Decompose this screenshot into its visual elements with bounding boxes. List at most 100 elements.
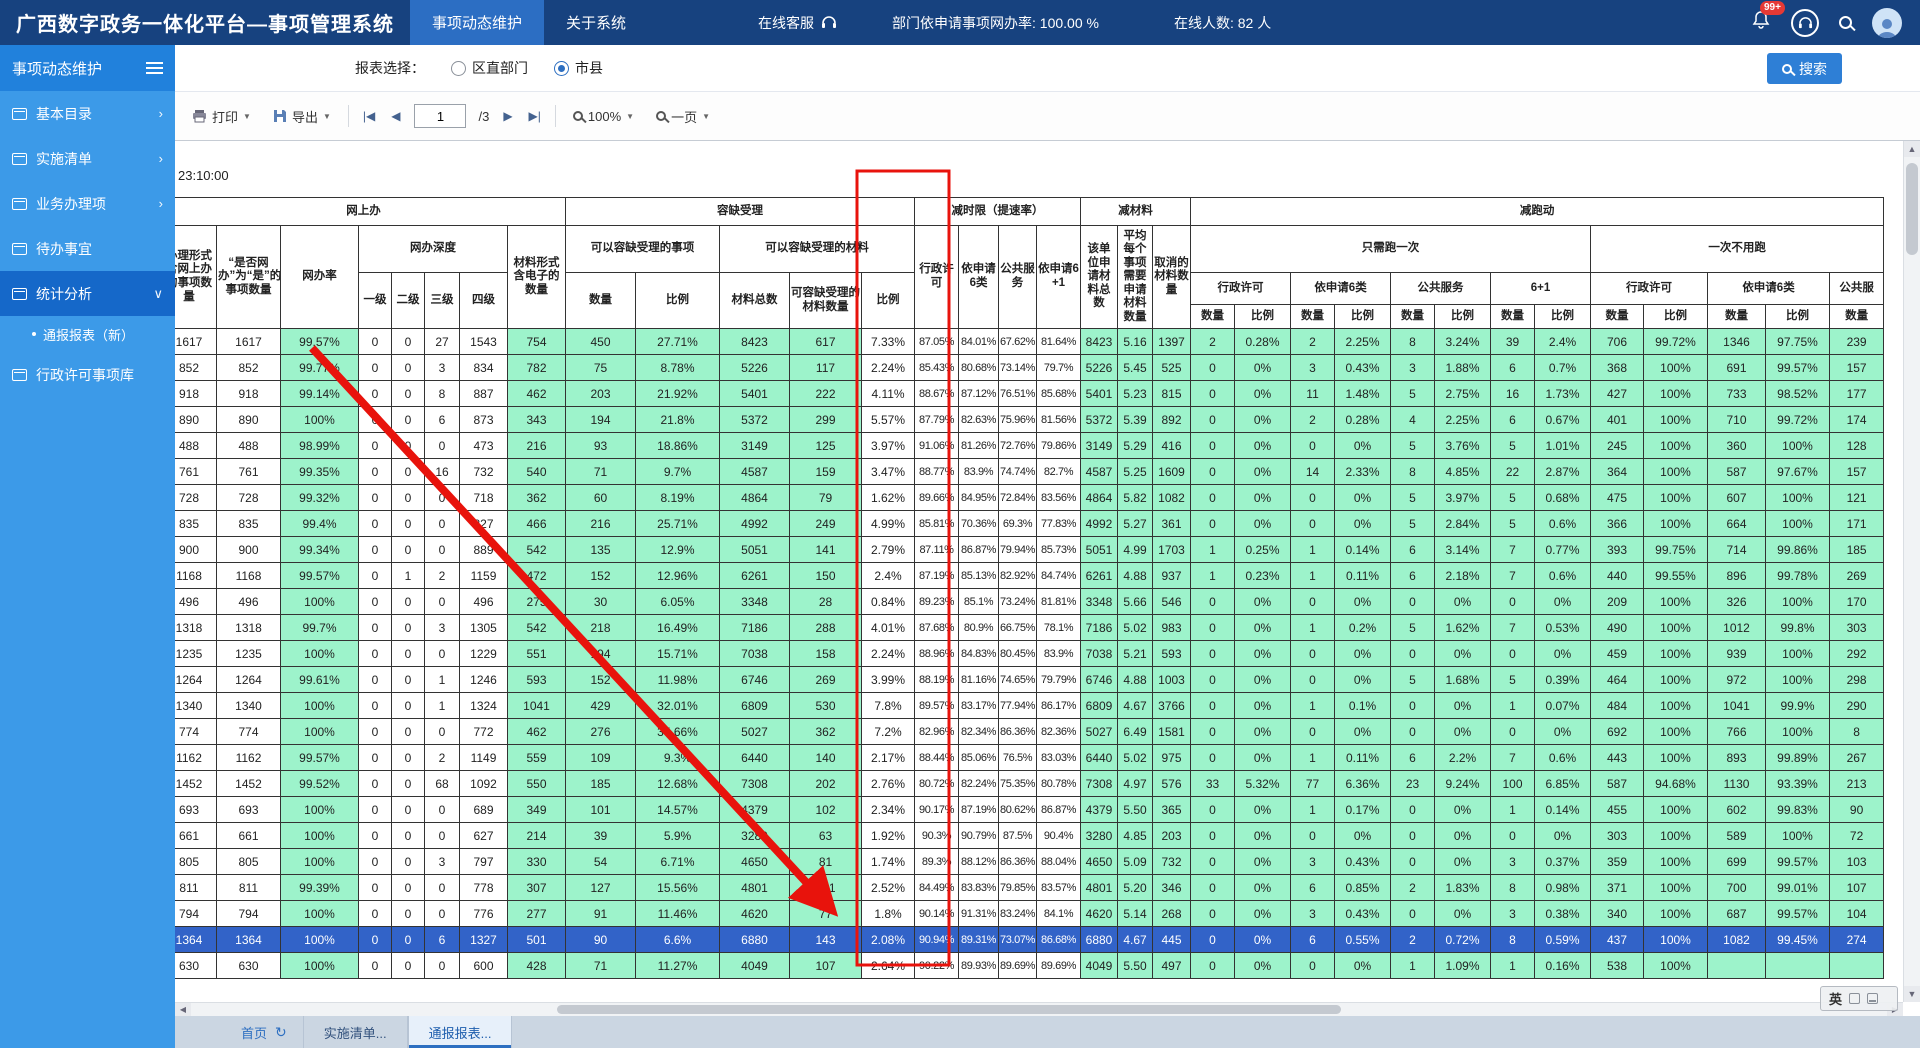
table-cell[interactable]: 0 [1191, 875, 1235, 901]
table-cell[interactable]: 0 [425, 719, 460, 745]
table-cell[interactable]: 627 [460, 823, 508, 849]
table-cell[interactable]: 778 [460, 875, 508, 901]
table-cell[interactable]: 0 [392, 615, 425, 641]
table-cell[interactable]: 303 [1830, 615, 1884, 641]
table-cell[interactable]: 87.19% [915, 563, 959, 589]
table-cell[interactable]: 4650 [720, 849, 790, 875]
table-cell[interactable]: 714 [1708, 537, 1766, 563]
ime-keyboard-icon[interactable] [1867, 993, 1878, 1004]
table-cell[interactable]: 100% [1766, 667, 1830, 693]
table-cell[interactable]: 177 [1830, 381, 1884, 407]
table-cell[interactable]: 0.25% [1235, 537, 1291, 563]
table-cell[interactable]: 0% [1535, 823, 1591, 849]
table-cell[interactable]: 1364 [217, 927, 281, 953]
table-cell[interactable]: 0 [1191, 849, 1235, 875]
table-cell[interactable]: 85.06% [959, 745, 999, 771]
table-cell[interactable]: 269 [790, 667, 862, 693]
table-cell[interactable]: 0.1% [1335, 693, 1391, 719]
table-cell[interactable]: 0 [1291, 589, 1335, 615]
table-cell[interactable]: 0% [1235, 875, 1291, 901]
sidebar-header[interactable]: 事项动态维护 [0, 45, 175, 91]
table-cell[interactable]: 0% [1335, 589, 1391, 615]
table-cell[interactable]: 8 [1491, 875, 1535, 901]
table-cell[interactable]: 6261 [1081, 563, 1118, 589]
table-cell[interactable]: 103 [1830, 849, 1884, 875]
table-cell[interactable]: 101 [566, 797, 636, 823]
last-page-button[interactable]: ▶| [527, 109, 543, 123]
table-cell[interactable]: 93 [566, 433, 636, 459]
table-cell[interactable]: 66.75% [999, 615, 1037, 641]
table-cell[interactable]: 277 [508, 901, 566, 927]
table-cell[interactable]: 35.66% [636, 719, 720, 745]
table-cell[interactable]: 0 [392, 745, 425, 771]
table-cell[interactable]: 7186 [1081, 615, 1118, 641]
table-cell[interactable]: 939 [1708, 641, 1766, 667]
table-cell[interactable]: 4992 [720, 511, 790, 537]
table-cell[interactable]: 607 [1708, 485, 1766, 511]
table-cell[interactable]: 82.96% [915, 719, 959, 745]
table-cell[interactable]: 3280 [720, 823, 790, 849]
table-cell[interactable]: 2.79% [862, 537, 915, 563]
table-cell[interactable]: 77.83% [1037, 511, 1081, 537]
table-cell[interactable]: 75.35% [999, 771, 1037, 797]
table-cell[interactable]: 80.45% [999, 641, 1037, 667]
table-cell[interactable]: 360 [1708, 433, 1766, 459]
table-cell[interactable]: 0% [1435, 719, 1491, 745]
table-cell[interactable]: 0.53% [1535, 615, 1591, 641]
table-cell[interactable]: 99.78% [1766, 563, 1830, 589]
table-cell[interactable]: 88.12% [959, 849, 999, 875]
table-cell[interactable]: 3280 [1081, 823, 1118, 849]
vertical-scrollbar[interactable]: ▲ ▼ [1903, 141, 1920, 1002]
table-cell[interactable]: 1543 [460, 329, 508, 355]
table-cell[interactable]: 484 [1591, 693, 1644, 719]
table-cell[interactable]: 18.86% [636, 433, 720, 459]
table-cell[interactable]: 0 [1191, 823, 1235, 849]
table-cell[interactable]: 0.14% [1335, 537, 1391, 563]
table-cell[interactable]: 0.43% [1335, 355, 1391, 381]
table-cell[interactable]: 100% [1766, 433, 1830, 459]
table-cell[interactable]: 5 [1391, 433, 1435, 459]
sidebar-subitem-report[interactable]: 通报报表（新） [0, 316, 175, 352]
table-cell[interactable]: 76.5% [999, 745, 1037, 771]
table-cell[interactable]: 0% [1535, 719, 1591, 745]
table-cell[interactable]: 0.11% [1335, 563, 1391, 589]
table-cell[interactable]: 100% [1644, 823, 1708, 849]
table-cell[interactable]: 6440 [1081, 745, 1118, 771]
table-cell[interactable]: 0 [392, 875, 425, 901]
table-cell[interactable]: 706 [1591, 329, 1644, 355]
table-cell[interactable]: 107 [1830, 875, 1884, 901]
table-cell[interactable]: 100% [281, 797, 359, 823]
table-cell[interactable]: 88.77% [915, 459, 959, 485]
table-cell[interactable]: 1 [1391, 953, 1435, 979]
table-cell[interactable]: 428 [508, 953, 566, 979]
table-cell[interactable]: 100% [1766, 823, 1830, 849]
table-cell[interactable]: 7038 [720, 641, 790, 667]
table-cell[interactable]: 2.52% [862, 875, 915, 901]
hamburger-icon[interactable] [146, 59, 163, 77]
table-cell[interactable]: 972 [1708, 667, 1766, 693]
table-cell[interactable]: 0% [1235, 901, 1291, 927]
table-cell[interactable]: 0.43% [1335, 901, 1391, 927]
table-cell[interactable]: 140 [790, 745, 862, 771]
table-cell[interactable]: 699 [1708, 849, 1766, 875]
table-cell[interactable]: 896 [1708, 563, 1766, 589]
table-cell[interactable]: 91 [566, 901, 636, 927]
table-cell[interactable]: 1082 [1708, 927, 1766, 953]
table-cell[interactable]: 87.11% [915, 537, 959, 563]
table-cell[interactable]: 0 [425, 953, 460, 979]
top-tab-about-system[interactable]: 关于系统 [544, 0, 648, 45]
table-cell[interactable]: 551 [508, 641, 566, 667]
horizontal-scroll-thumb[interactable] [557, 1005, 1341, 1014]
table-cell[interactable]: 87.05% [915, 329, 959, 355]
table-cell[interactable]: 718 [460, 485, 508, 511]
table-cell[interactable]: 75 [566, 355, 636, 381]
table-cell[interactable]: 371 [1591, 875, 1644, 901]
table-cell[interactable]: 0 [425, 485, 460, 511]
table-cell[interactable]: 98.99% [281, 433, 359, 459]
table-cell[interactable]: 0% [1435, 693, 1491, 719]
table-cell[interactable]: 99.77% [281, 355, 359, 381]
table-cell[interactable]: 0 [1191, 953, 1235, 979]
table-cell[interactable]: 94.68% [1644, 771, 1708, 797]
table-cell[interactable]: 937 [1153, 563, 1191, 589]
table-cell[interactable]: 1.09% [1435, 953, 1491, 979]
